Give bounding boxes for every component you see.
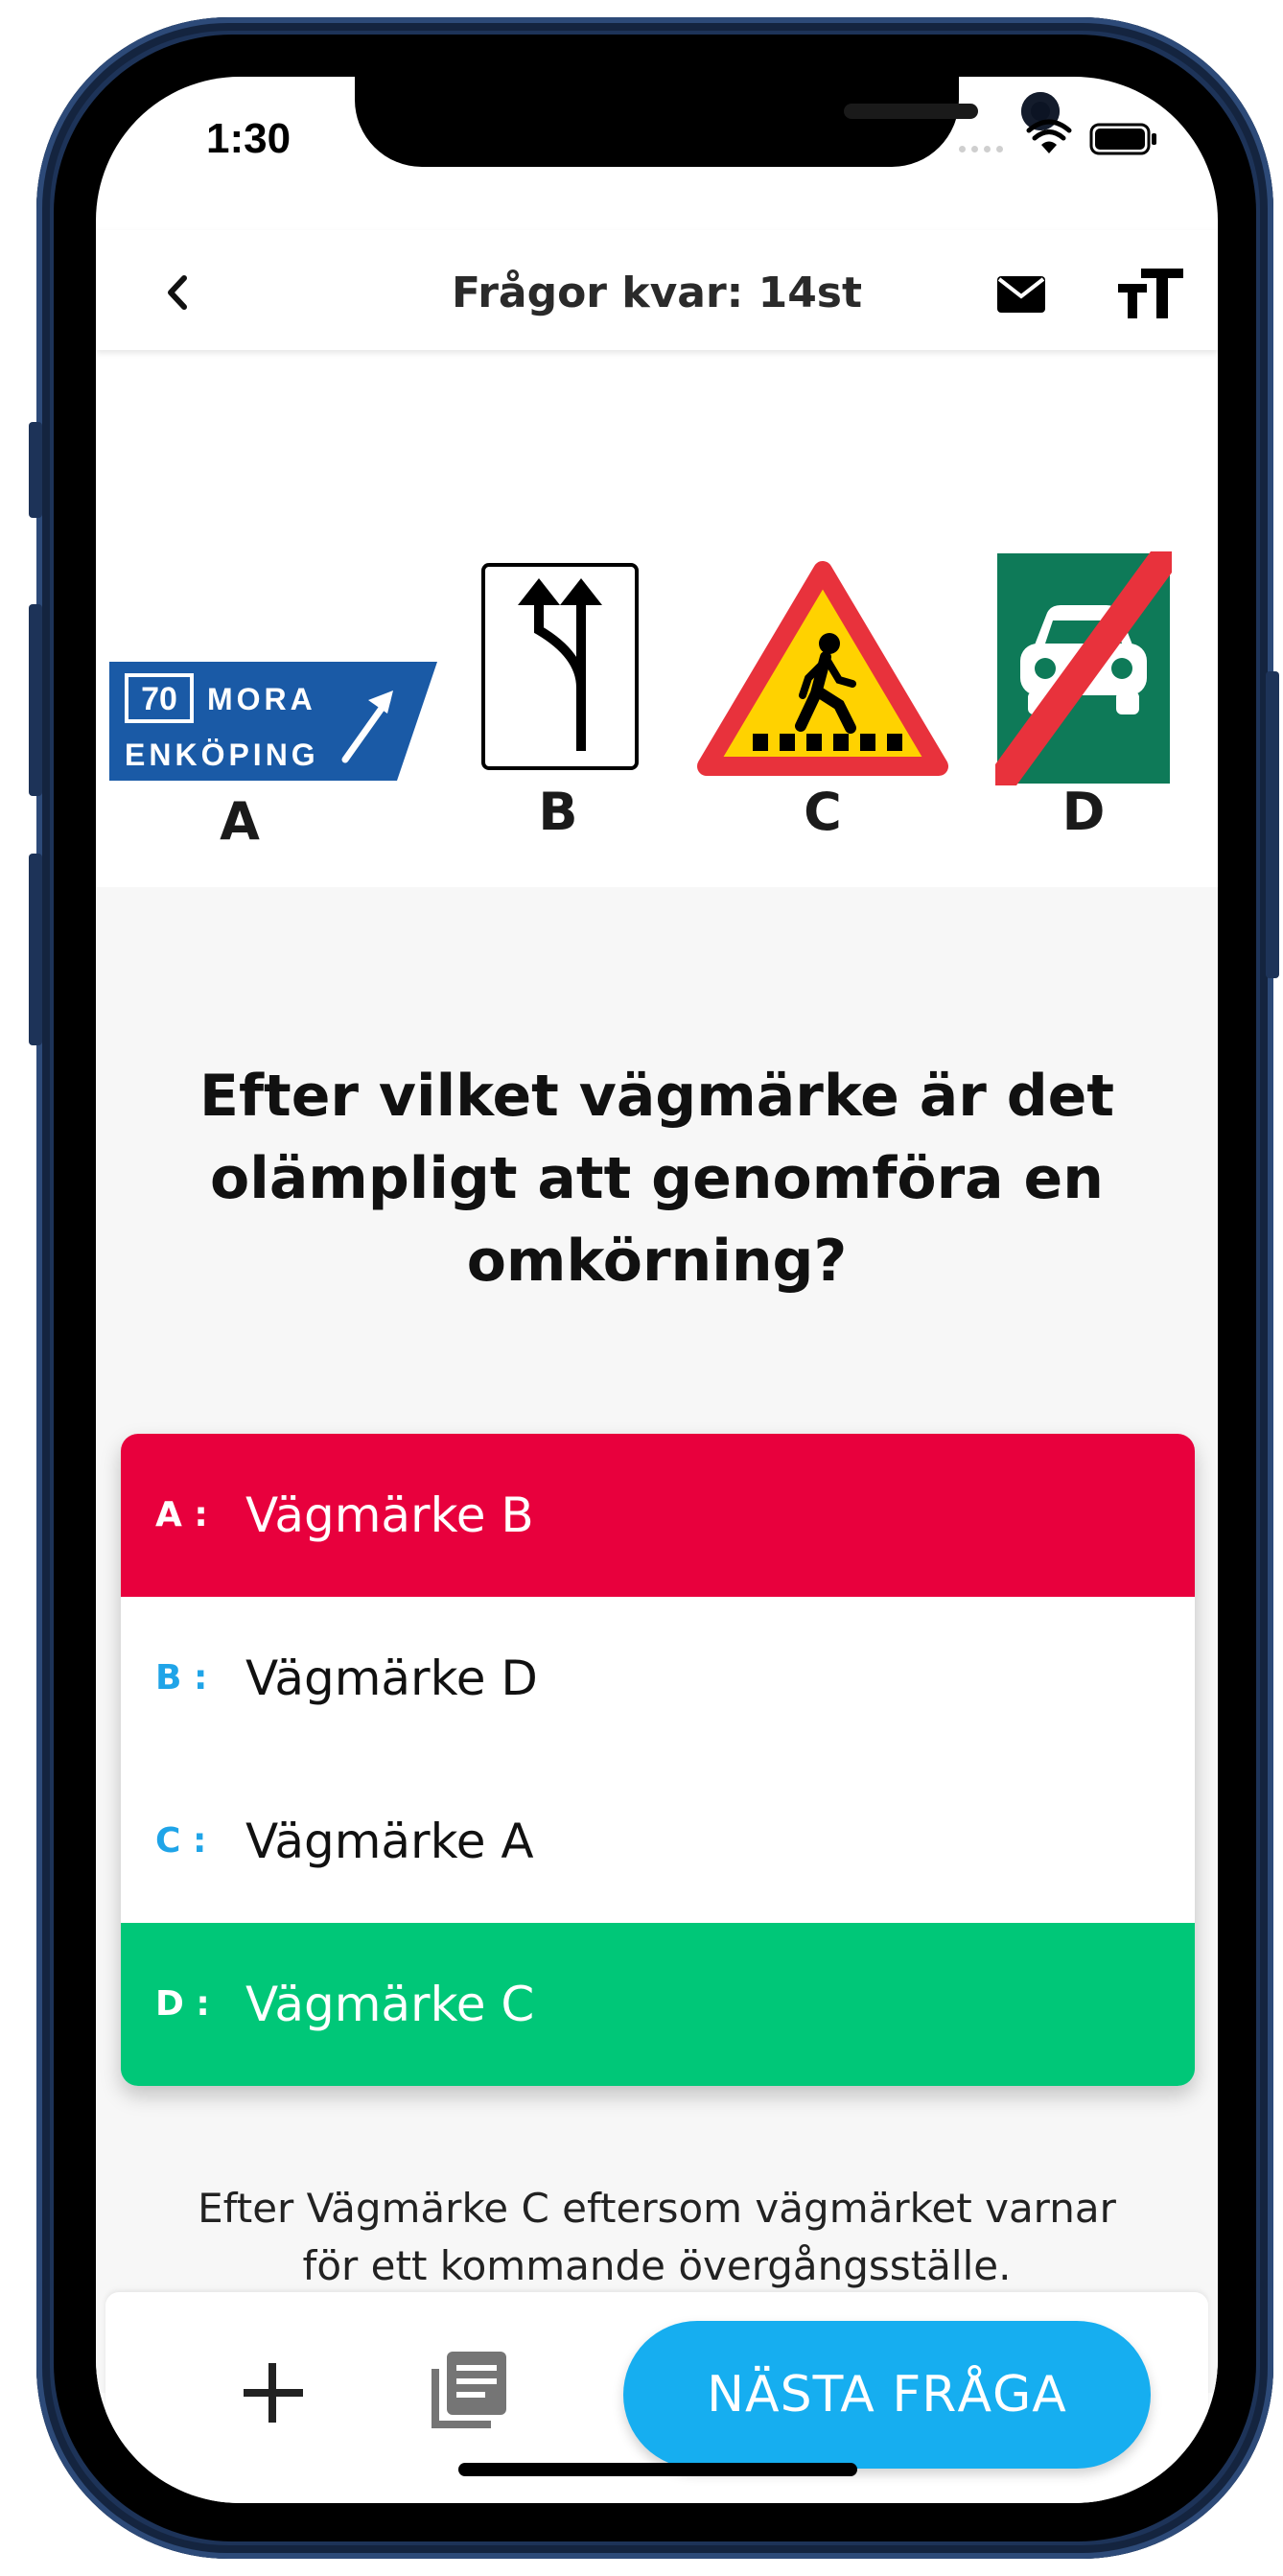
next-question-button[interactable]: NÄSTA FRÅGA — [623, 2321, 1151, 2469]
battery-icon — [1089, 123, 1156, 155]
sign-b-lane-split-icon — [481, 563, 639, 770]
mail-icon[interactable] — [988, 265, 1055, 322]
answer-letter: C : — [155, 1821, 207, 1861]
side-button-power — [1266, 671, 1279, 978]
notch — [355, 77, 1060, 167]
sign-a-number: 70 — [141, 681, 177, 717]
earpiece-speaker — [844, 104, 978, 119]
question-list-icon[interactable] — [422, 2340, 518, 2436]
side-button-volume-up — [29, 604, 42, 796]
answer-option-a[interactable]: A : Vägmärke B — [121, 1434, 1195, 1597]
side-button-silent — [29, 422, 42, 518]
sign-a-label: A — [220, 791, 260, 852]
side-button-volume-down — [29, 854, 42, 1045]
answer-letter: D : — [155, 1984, 210, 2024]
sign-d-label: D — [1061, 782, 1106, 842]
sign-a-line2: ENKÖPING — [125, 738, 319, 772]
answer-option-b[interactable]: B : Vägmärke D — [121, 1597, 1195, 1760]
road-signs: 70 MORA ENKÖPING A B C D — [96, 350, 1218, 887]
answer-explanation: Efter Vägmärke C eftersom vägmärket varn… — [198, 2185, 1116, 2289]
answer-text: Vägmärke B — [245, 1487, 534, 1543]
wifi-icon — [1026, 119, 1072, 153]
cellular-signal-icon — [959, 146, 1003, 152]
sign-c-pedestrian-crossing-icon — [697, 561, 948, 776]
answer-letter: A : — [155, 1495, 208, 1534]
question-area: Efter vilket vägmärke är det olämpligt a… — [96, 887, 1218, 2393]
sign-a-line1: MORA — [207, 682, 316, 716]
sign-c-label: C — [804, 782, 842, 842]
answer-text: Vägmärke C — [245, 1977, 535, 2032]
add-icon[interactable] — [230, 2350, 316, 2436]
status-time: 1:30 — [206, 115, 292, 162]
home-indicator[interactable] — [458, 2463, 857, 2476]
screen: 1:30 Frågor kvar: 14st 70 MORA ENKÖPING … — [96, 77, 1218, 2503]
answer-list: A : Vägmärke B B : Vägmärke D C : Vägmär… — [121, 1434, 1195, 2086]
question-text: Efter vilket vägmärke är det olämpligt a… — [198, 1063, 1115, 1295]
answer-option-c[interactable]: C : Vägmärke A — [121, 1760, 1195, 1923]
answer-letter: B : — [155, 1658, 208, 1698]
sign-d-end-motorway-icon — [995, 551, 1172, 785]
answer-text: Vägmärke D — [245, 1651, 538, 1706]
sign-b-label: B — [538, 782, 578, 842]
navbar: Frågor kvar: 14st — [96, 230, 1218, 350]
answer-text: Vägmärke A — [245, 1814, 534, 1869]
text-size-icon[interactable] — [1112, 259, 1189, 326]
sign-a-direction-icon: 70 MORA ENKÖPING — [109, 662, 437, 781]
answer-option-d[interactable]: D : Vägmärke C — [121, 1923, 1195, 2086]
